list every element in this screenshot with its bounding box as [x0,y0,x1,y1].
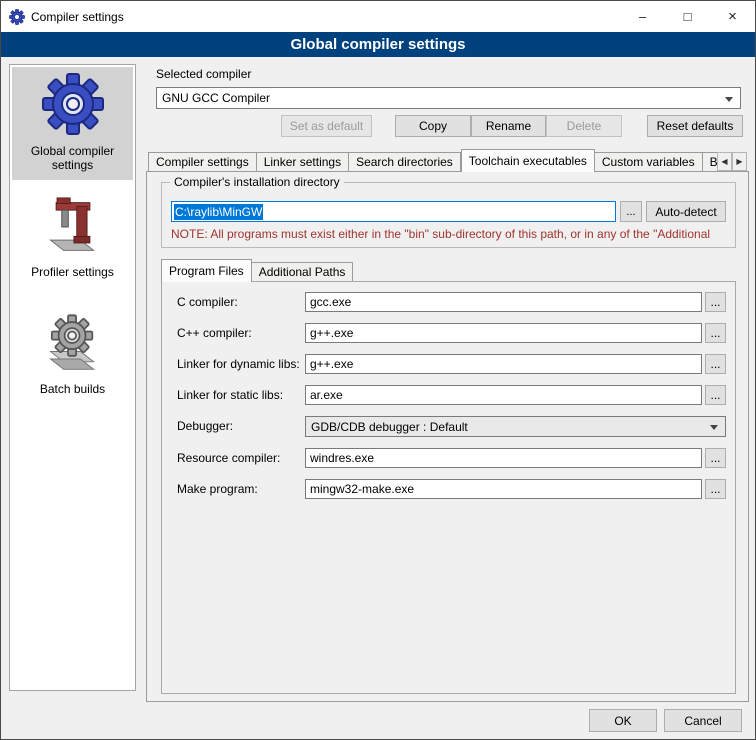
debugger-select-value: GDB/CDB debugger : Default [311,420,468,434]
cancel-button[interactable]: Cancel [664,709,742,732]
gray-gear-stack-icon [43,314,103,374]
browse-make-program-button[interactable]: ... [705,479,726,499]
field-label: Debugger: [177,419,233,433]
tab-search-directories[interactable]: Search directories [349,152,461,171]
debugger-select[interactable]: GDB/CDB debugger : Default [305,416,726,437]
tab-toolchain-executables[interactable]: Toolchain executables [461,149,595,172]
window-title: Compiler settings [31,10,124,24]
browse-c-compiler-button[interactable]: ... [705,292,726,312]
field-row-linker-dynamic: Linker for dynamic libs: ... [162,354,735,376]
delete-button[interactable]: Delete [546,115,622,137]
groupbox-legend: Compiler's installation directory [170,175,344,189]
field-row-cpp-compiler: C++ compiler: ... [162,323,735,345]
cpp-compiler-input[interactable] [305,323,702,343]
set-as-default-button[interactable]: Set as default [281,115,372,137]
subtab-strip: Program Files Additional Paths [161,259,353,282]
subtab-program-files[interactable]: Program Files [161,259,252,282]
titlebar: Compiler settings – □ × [1,1,755,32]
tab-scroll-arrows: ◀ ▶ [717,152,747,171]
tab-compiler-settings[interactable]: Compiler settings [148,152,257,171]
program-files-panel: C compiler: ... C++ compiler: ... Linker… [161,281,736,694]
field-row-c-compiler: C compiler: ... [162,292,735,314]
browse-linker-dynamic-button[interactable]: ... [705,354,726,374]
field-row-resource-compiler: Resource compiler: ... [162,448,735,470]
tab-linker-settings[interactable]: Linker settings [257,152,349,171]
field-row-debugger: Debugger: GDB/CDB debugger : Default [162,416,735,438]
page-title: Global compiler settings [1,32,755,57]
sidebar-item-label: Global compiler settings [12,144,133,172]
subtab-additional-paths[interactable]: Additional Paths [252,262,354,281]
make-program-input[interactable] [305,479,702,499]
c-compiler-input[interactable] [305,292,702,312]
note-text: NOTE: All programs must exist either in … [171,227,732,241]
copy-button[interactable]: Copy [395,115,471,137]
ok-button[interactable]: OK [589,709,657,732]
maximize-button[interactable]: □ [665,2,710,32]
browse-linker-static-button[interactable]: ... [705,385,726,405]
field-label: Linker for dynamic libs: [177,357,300,371]
tab-scroll-left-icon[interactable]: ◀ [717,152,732,171]
install-dir-input[interactable]: C:\raylib\MinGW [171,201,616,222]
selected-text: C:\raylib\MinGW [174,204,263,220]
sidebar-item-batch-builds[interactable]: Batch builds [12,309,133,404]
reset-defaults-button[interactable]: Reset defaults [647,115,743,137]
close-button[interactable]: × [710,2,755,32]
app-icon [9,9,25,25]
tab-strip: Compiler settings Linker settings Search… [148,149,721,172]
field-row-make-program: Make program: ... [162,479,735,501]
browse-resource-compiler-button[interactable]: ... [705,448,726,468]
profiler-icon [43,197,103,257]
sidebar-item-global-compiler-settings[interactable]: Global compiler settings [12,67,133,180]
browse-install-dir-button[interactable]: ... [620,201,642,222]
compiler-settings-window: Compiler settings – □ × Global compiler … [0,0,756,740]
minimize-button[interactable]: – [620,2,665,32]
tab-custom-variables[interactable]: Custom variables [595,152,703,171]
compiler-select[interactable]: GNU GCC Compiler [156,87,741,109]
selected-compiler-label: Selected compiler [156,67,251,81]
field-label: C++ compiler: [177,326,252,340]
chevron-down-icon [710,425,718,430]
tab-scroll-right-icon[interactable]: ▶ [732,152,747,171]
field-label: Make program: [177,482,258,496]
linker-static-input[interactable] [305,385,702,405]
main-area: Selected compiler GNU GCC Compiler Set a… [146,64,749,702]
blue-gear-icon [41,72,105,136]
linker-dynamic-input[interactable] [305,354,702,374]
field-label: Linker for static libs: [177,388,283,402]
resource-compiler-input[interactable] [305,448,702,468]
browse-cpp-compiler-button[interactable]: ... [705,323,726,343]
field-label: C compiler: [177,295,238,309]
autodetect-button[interactable]: Auto-detect [646,201,726,222]
sidebar-item-profiler-settings[interactable]: Profiler settings [12,192,133,287]
field-label: Resource compiler: [177,451,280,465]
rename-button[interactable]: Rename [471,115,546,137]
toolchain-executables-panel: Compiler's installation directory C:\ray… [146,171,749,702]
install-dir-groupbox: Compiler's installation directory C:\ray… [161,182,736,248]
sidebar-item-label: Profiler settings [31,265,114,279]
compiler-select-value: GNU GCC Compiler [162,91,270,105]
chevron-down-icon [725,97,733,102]
sidebar: Global compiler settings Profiler settin… [9,64,136,691]
field-row-linker-static: Linker for static libs: ... [162,385,735,407]
sidebar-item-label: Batch builds [40,382,105,396]
